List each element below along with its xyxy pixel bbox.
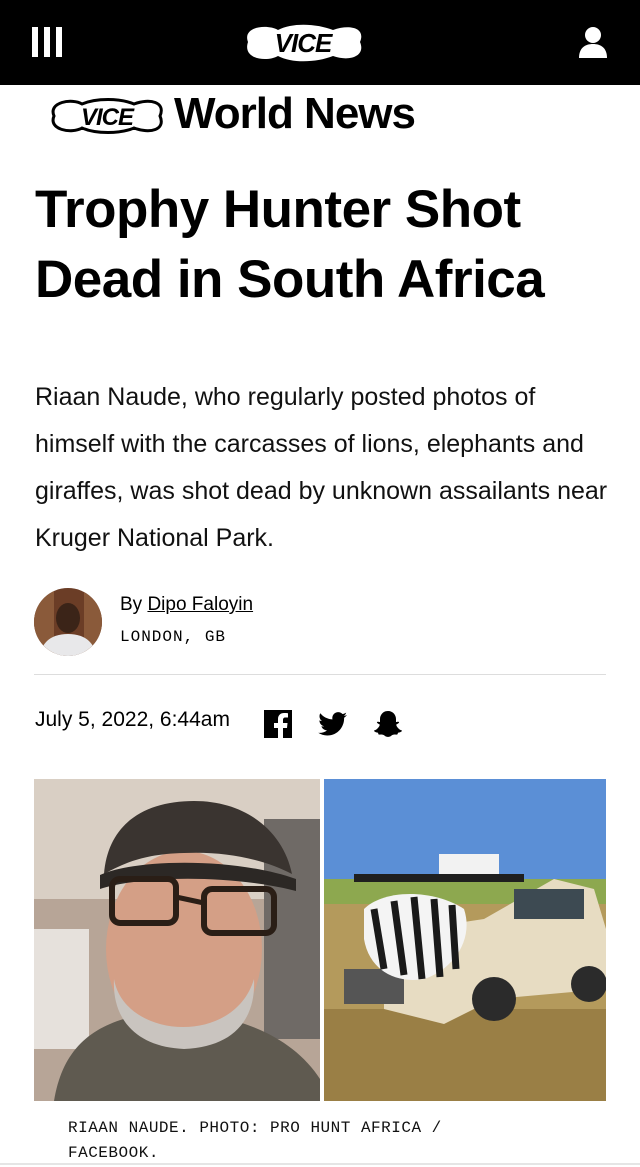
- photo-riaan-naude: [34, 779, 320, 1101]
- article-headline: Trophy Hunter Shot Dead in South Africa: [35, 180, 545, 309]
- divider: [34, 674, 606, 675]
- article-dek: Riaan Naude, who regularly posted photos…: [35, 383, 608, 552]
- publish-date: July 5, 2022, 6:44am: [35, 708, 230, 731]
- byline: By Dipo Faloyin: [120, 594, 253, 616]
- facebook-icon[interactable]: [262, 708, 294, 740]
- vice-logo-text: VICE: [275, 28, 333, 58]
- snapchat-icon[interactable]: [372, 708, 404, 740]
- section-header[interactable]: VICE World News: [46, 88, 566, 144]
- hamburger-menu-icon[interactable]: [32, 27, 62, 57]
- twitter-icon[interactable]: [317, 708, 349, 740]
- photo-hunting-truck: [324, 779, 606, 1101]
- author-location: LONDON, GB: [120, 628, 227, 646]
- top-navigation-bar: VICE: [0, 0, 640, 85]
- bottom-divider: [0, 1163, 640, 1165]
- photo-caption: RIAAN NAUDE. PHOTO: PRO HUNT AFRICA / FA…: [68, 1119, 442, 1162]
- author-link[interactable]: Dipo Faloyin: [147, 594, 253, 615]
- vice-logo[interactable]: VICE: [238, 22, 368, 64]
- author-avatar[interactable]: [34, 588, 102, 656]
- user-account-icon[interactable]: [578, 26, 608, 58]
- vice-section-logo: VICE: [51, 98, 163, 134]
- byline-prefix: By: [120, 594, 148, 615]
- vice-section-logo-text: VICE: [81, 104, 135, 131]
- section-name: World News: [174, 89, 416, 138]
